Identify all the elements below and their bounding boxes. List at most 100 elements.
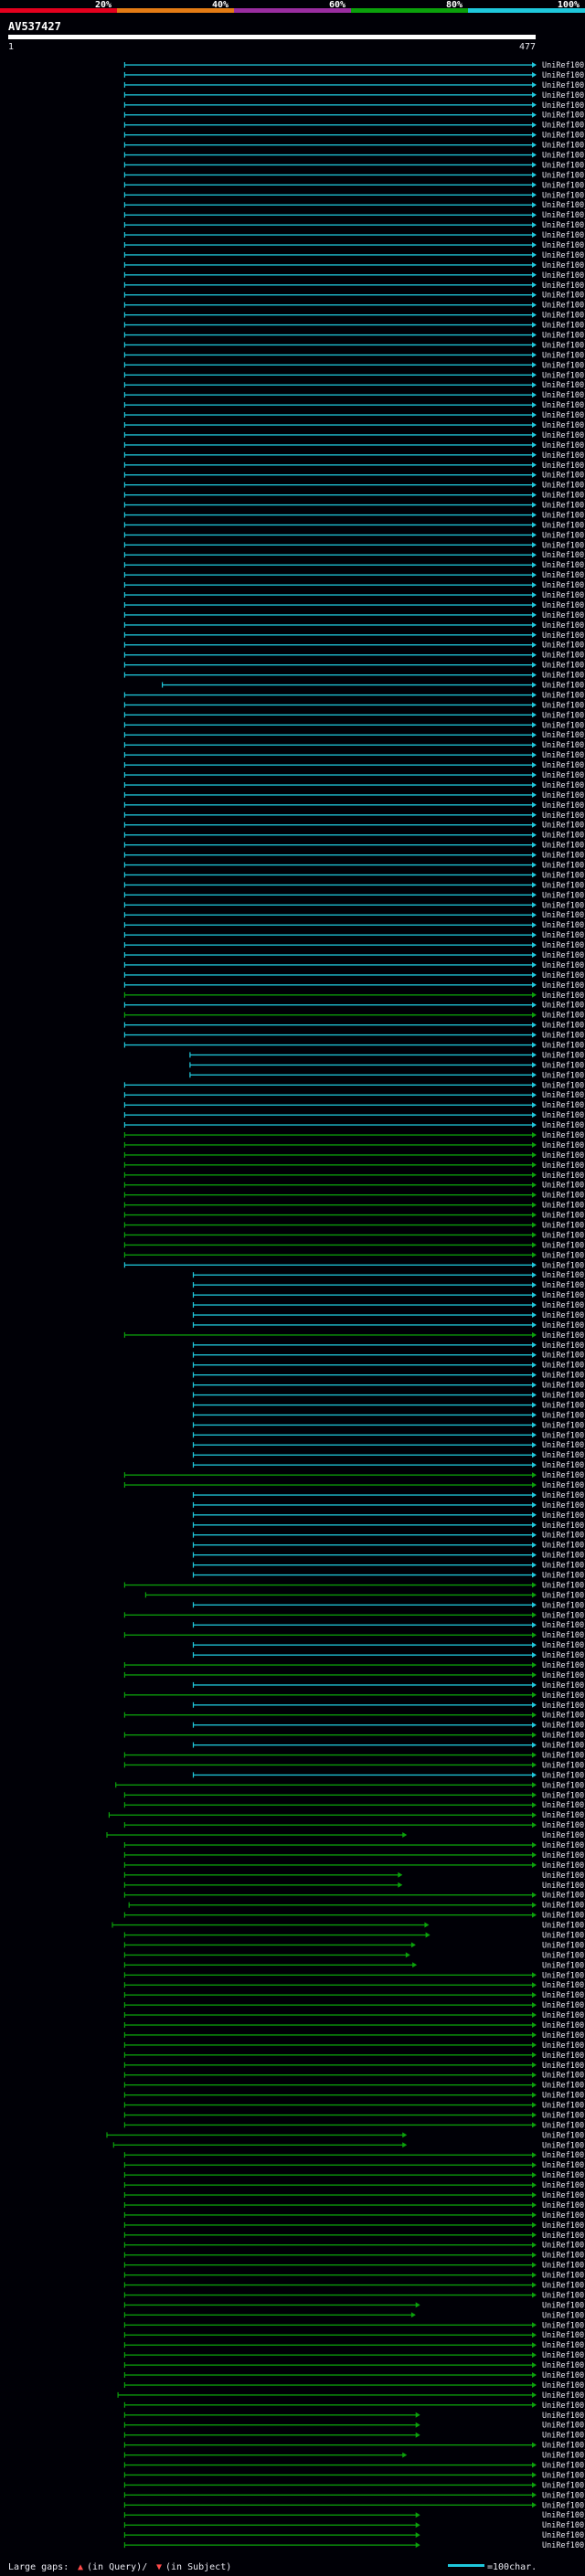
hit-label[interactable]: UniRef100_C1JYE2 bbox=[542, 1411, 585, 1420]
hit-row[interactable]: UniRef100_Q8LLS6 bbox=[192, 1701, 585, 1711]
hit-label[interactable]: UniRef100_Q1CNU1 bbox=[542, 1032, 585, 1041]
hit-row[interactable]: UniRef100_B7GS38 bbox=[123, 2191, 585, 2200]
hit-label[interactable]: UniRef100_A6QQ31 bbox=[542, 1141, 585, 1150]
hit-row[interactable]: UniRef100_C1JYF1 bbox=[192, 1311, 585, 1320]
hit-row[interactable]: UniRef100_B2IT01 bbox=[123, 751, 585, 760]
hit-label[interactable]: UniRef100_A1Q522 bbox=[542, 1091, 585, 1100]
hit-row[interactable]: UniRef100_Q0GPB2 bbox=[123, 871, 585, 880]
hit-label[interactable]: UniRef100_Q5MDK6 bbox=[542, 2462, 585, 2471]
hit-label[interactable]: UniRef100_B6G6D2 bbox=[542, 2092, 585, 2101]
hit-label[interactable]: UniRef100_B4W2V3 bbox=[542, 781, 585, 790]
hit-row[interactable]: UniRef100_C2WVW7 bbox=[123, 2082, 585, 2091]
hit-row[interactable]: UniRef100_Q0L4S4 bbox=[123, 1671, 585, 1680]
hit-row[interactable]: UniRef100_B2BEG6 bbox=[123, 292, 585, 301]
hit-label[interactable]: UniRef100_Q2JOX6 bbox=[542, 1111, 585, 1120]
hit-row[interactable]: UniRef100_B9MHY4 bbox=[123, 142, 585, 151]
hit-row[interactable]: UniRef100_Q1HUH7 bbox=[123, 2351, 585, 2360]
hit-label[interactable]: UniRef100_A6ZNK9 bbox=[542, 1591, 585, 1600]
hit-label[interactable]: UniRef100_C1JYE6 bbox=[542, 1372, 585, 1381]
hit-row[interactable]: UniRef100_B8G4H3 bbox=[123, 1761, 585, 1770]
hit-row[interactable]: UniRef100_B2BEG1 bbox=[123, 261, 585, 270]
hit-row[interactable]: UniRef100_P12782 bbox=[123, 512, 585, 521]
hit-row[interactable]: UniRef100_Q3AGU1 bbox=[123, 842, 585, 851]
hit-row[interactable]: UniRef100_Q3AVX6 bbox=[123, 721, 585, 730]
hit-row[interactable]: UniRef100_Q2VDC2 bbox=[123, 221, 585, 230]
hit-label[interactable]: UniRef100_B9YL74 bbox=[542, 1151, 585, 1161]
hit-row[interactable]: UniRef100_A4XBU0 bbox=[123, 2432, 585, 2441]
hit-label[interactable]: UniRef100_Q31P73 bbox=[542, 981, 585, 991]
hit-row[interactable]: UniRef100_B7FLQ7 bbox=[123, 441, 585, 451]
hit-label[interactable]: UniRef100_Q4WHH8 bbox=[542, 1171, 585, 1181]
hit-label[interactable]: UniRef100_Q5WA26 bbox=[542, 1081, 585, 1090]
hit-label[interactable]: UniRef100_UPI000… bbox=[542, 2412, 585, 2421]
hit-row[interactable]: UniRef100_C1JYF3 bbox=[192, 1301, 585, 1310]
hit-row[interactable]: UniRef100_A3ZJB1 bbox=[123, 692, 585, 701]
hit-row[interactable]: UniRef100_Q6K6C7 bbox=[123, 631, 585, 641]
hit-row[interactable]: UniRef100_Q7U3V0 bbox=[123, 731, 585, 740]
hit-label[interactable]: UniRef100_P74661 bbox=[542, 811, 585, 821]
hit-row[interactable]: UniRef100_Q8LFV7 bbox=[123, 91, 585, 101]
hit-row[interactable]: UniRef100_Q1CNU1 bbox=[123, 1032, 585, 1041]
hit-row[interactable]: UniRef100_B0MX33 bbox=[123, 2011, 585, 2020]
hit-row[interactable]: UniRef100_Q7X7X3 bbox=[123, 2452, 585, 2461]
hit-row[interactable]: UniRef100_C1JYF2 bbox=[192, 1341, 585, 1351]
hit-row[interactable]: UniRef100_Q8YPR1 bbox=[123, 791, 585, 800]
hit-row[interactable]: UniRef100_Q60A19 bbox=[123, 1892, 585, 1901]
hit-row[interactable]: UniRef100_C1JYE5 bbox=[192, 1521, 585, 1531]
hit-row[interactable]: UniRef100_Q8GD27 bbox=[123, 2511, 585, 2520]
hit-label[interactable]: UniRef100_Q72YH7 bbox=[542, 2311, 585, 2320]
hit-row[interactable]: UniRef100_A3CQ07 bbox=[123, 822, 585, 831]
hit-label[interactable]: UniRef100_A2BUH2 bbox=[542, 1611, 585, 1620]
hit-row[interactable]: UniRef100_B5WSL0 bbox=[123, 931, 585, 940]
hit-label[interactable]: UniRef100_C1JYE8 bbox=[542, 1362, 585, 1371]
hit-row[interactable]: UniRef100_B9SHW4 bbox=[123, 461, 585, 471]
hit-row[interactable]: UniRef100_A9NVA3 bbox=[123, 401, 585, 410]
hit-row[interactable]: UniRef100_C1CV29 bbox=[123, 1861, 585, 1871]
hit-label[interactable]: UniRef100_C1JYE1 bbox=[542, 1431, 585, 1440]
hit-label[interactable]: UniRef100_B9HWX9 bbox=[542, 641, 585, 651]
hit-label[interactable]: UniRef100_Q2V9B3 bbox=[542, 351, 585, 360]
hit-label[interactable]: UniRef100_O81394 bbox=[542, 361, 585, 370]
hit-label[interactable]: UniRef100_B9MYJ5 bbox=[542, 2001, 585, 2010]
hit-row[interactable]: UniRef100_Q9SHR1 bbox=[123, 662, 585, 671]
hit-label[interactable]: UniRef100_C4FPX5 bbox=[542, 2072, 585, 2081]
hit-row[interactable]: UniRef100_A5GNT3 bbox=[123, 801, 585, 811]
hit-row[interactable]: UniRef100_A5CAF6 bbox=[123, 341, 585, 350]
hit-row[interactable]: UniRef100_A1HSR2 bbox=[123, 2341, 585, 2350]
hit-label[interactable]: UniRef100_P96304 bbox=[542, 1831, 585, 1840]
hit-label[interactable]: UniRef100_B0P5S2 bbox=[542, 2211, 585, 2221]
hit-row[interactable]: UniRef100_C1JYC2 bbox=[192, 1651, 585, 1660]
hit-label[interactable]: UniRef100_Q1EMY9 bbox=[542, 381, 585, 390]
hit-label[interactable]: UniRef100_B8ARJ6 bbox=[542, 621, 585, 631]
hit-label[interactable]: UniRef100_Q8YPR1 bbox=[542, 791, 585, 800]
hit-row[interactable]: UniRef100_B9P9R8 bbox=[123, 1841, 585, 1850]
hit-label[interactable]: UniRef100_C0HHU4 bbox=[542, 611, 585, 620]
hit-row[interactable]: UniRef100_Q7V390 bbox=[123, 1471, 585, 1480]
hit-row[interactable]: UniRef100_B4W2V3 bbox=[123, 781, 585, 790]
hit-label[interactable]: UniRef100_A6G2K1 bbox=[542, 1231, 585, 1240]
hit-label[interactable]: UniRef100_Q3AVX6 bbox=[542, 721, 585, 730]
hit-label[interactable]: UniRef100_Q1EPF8 bbox=[542, 571, 585, 580]
hit-row[interactable]: UniRef100_B8ARJ6 bbox=[123, 621, 585, 631]
hit-label[interactable]: UniRef100_Q6Y5T1 bbox=[542, 411, 585, 420]
hit-row[interactable]: UniRef100_A9TGV5 bbox=[123, 1002, 585, 1011]
hit-label[interactable]: UniRef100_A0HR69 bbox=[542, 1971, 585, 1980]
hit-row[interactable]: UniRef100_C1JYE2 bbox=[192, 1411, 585, 1420]
hit-row[interactable]: UniRef100_P96304 bbox=[106, 1831, 585, 1840]
hit-label[interactable]: UniRef100_B4G0X9 bbox=[542, 551, 585, 560]
hit-label[interactable]: UniRef100_A8F5S9 bbox=[542, 2442, 585, 2451]
hit-label[interactable]: UniRef100_B6K0D8 bbox=[542, 1851, 585, 1860]
hit-label[interactable]: UniRef100_A2BN20 bbox=[542, 1161, 585, 1171]
hit-label[interactable]: UniRef100_B3B6H1 bbox=[542, 2531, 585, 2540]
hit-row[interactable]: UniRef100_A1YI19 bbox=[123, 132, 585, 141]
hit-label[interactable]: UniRef100_A9T4U0 bbox=[542, 2371, 585, 2380]
hit-label[interactable]: UniRef100_B2BEF7 bbox=[542, 281, 585, 291]
hit-row[interactable]: UniRef100_A2BUH2 bbox=[123, 1611, 585, 1620]
hit-row[interactable]: UniRef100_C1JYD5 bbox=[192, 1572, 585, 1581]
hit-label[interactable]: UniRef100_B7KQQ5 bbox=[542, 881, 585, 890]
hit-row[interactable]: UniRef100_B2BEG9 bbox=[123, 421, 585, 430]
hit-row[interactable]: UniRef100_B9HY30 bbox=[123, 181, 585, 190]
hit-row[interactable]: UniRef100_A8YF14 bbox=[123, 852, 585, 861]
hit-label[interactable]: UniRef100_P74421 bbox=[542, 921, 585, 930]
hit-row[interactable]: UniRef100_P41758 bbox=[123, 1202, 585, 1211]
